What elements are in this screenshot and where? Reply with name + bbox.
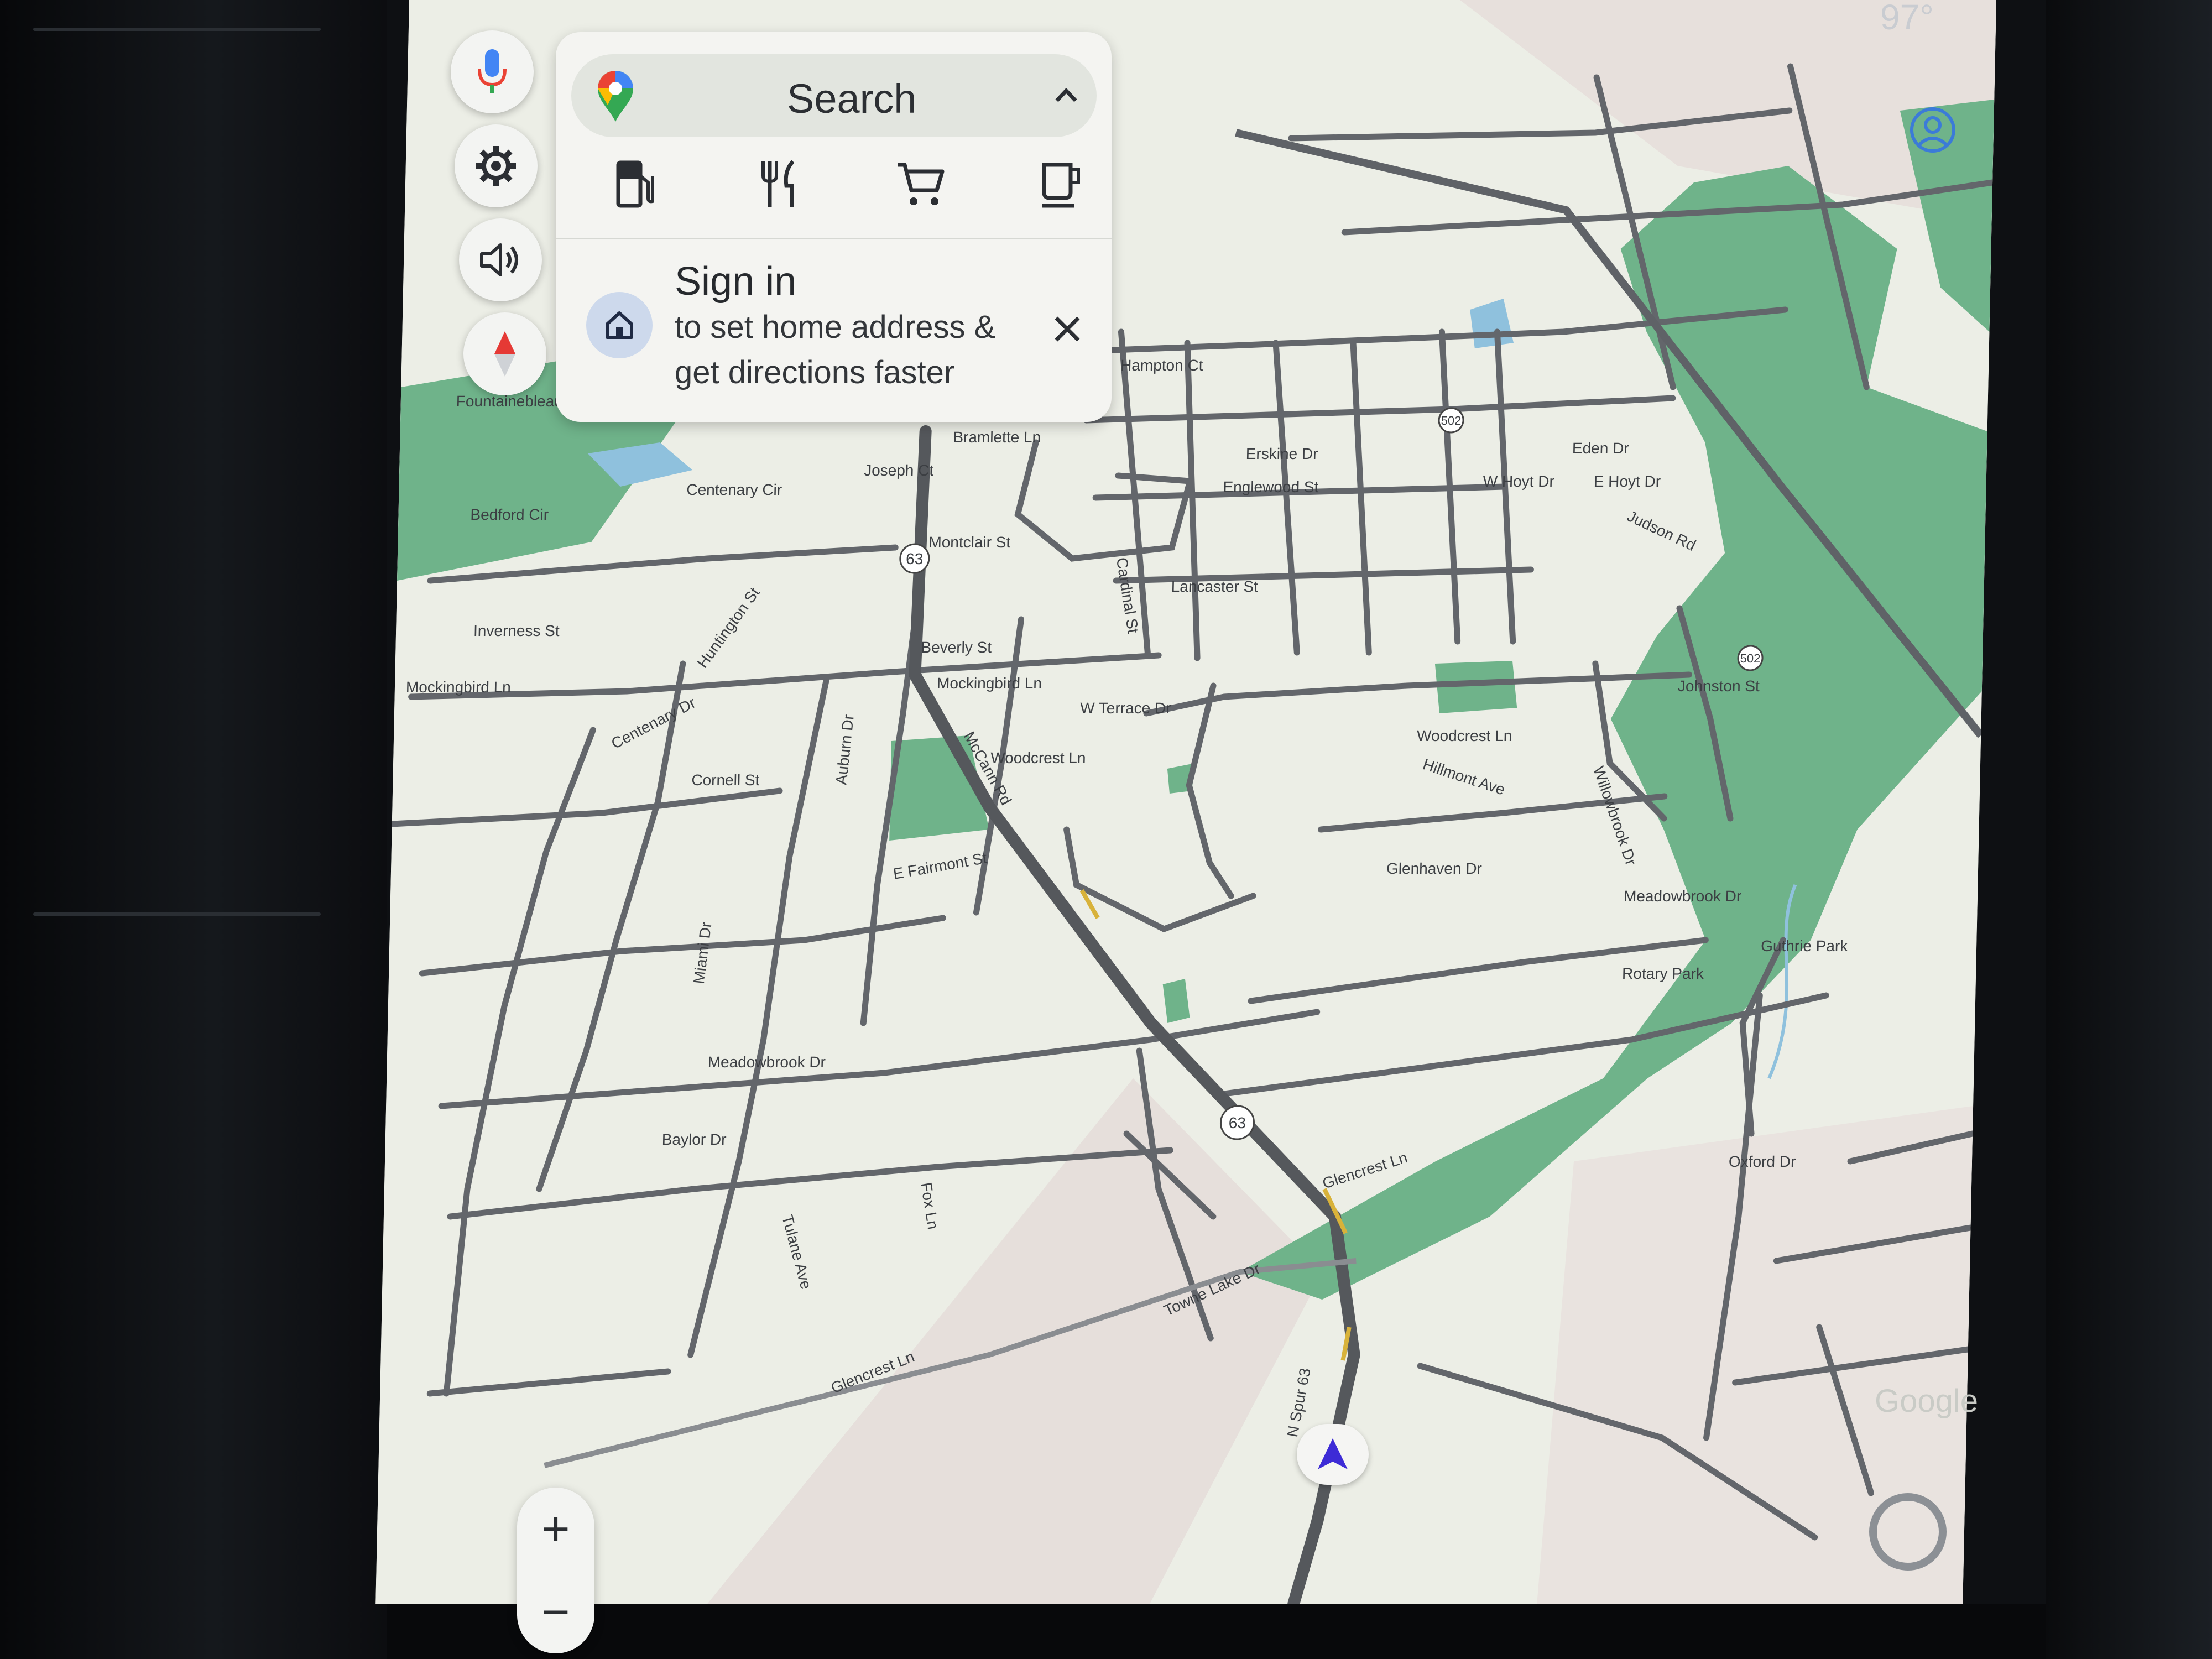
sign-in-description: get directions faster bbox=[675, 354, 955, 390]
route-shield: 63 bbox=[899, 543, 930, 574]
street-label: Meadowbrook Dr bbox=[707, 1053, 826, 1071]
street-label: Bramlette Ln bbox=[953, 429, 1041, 446]
street-label: Inverness St bbox=[473, 622, 560, 639]
compass-button[interactable] bbox=[463, 312, 546, 395]
gas-pump-icon bbox=[616, 160, 654, 208]
dismiss-sign-in-button[interactable] bbox=[1042, 304, 1092, 354]
street-label: Lancaster St bbox=[1171, 578, 1258, 595]
street-label: E Hoyt Dr bbox=[1593, 473, 1661, 490]
street-label: Glenhaven Dr bbox=[1386, 860, 1482, 877]
street-label: Centenary Cir bbox=[686, 481, 782, 498]
speaker-icon bbox=[480, 243, 518, 276]
shopping-category-button[interactable] bbox=[888, 151, 954, 217]
vent-slat bbox=[33, 912, 321, 916]
navigation-arrow-icon bbox=[1318, 1438, 1348, 1469]
street-label: Beverly St bbox=[921, 639, 992, 656]
route-shield: 63 bbox=[1219, 1105, 1255, 1140]
street-label: Erskine Dr bbox=[1245, 445, 1318, 462]
dashboard-bottom-trim bbox=[387, 1604, 2046, 1659]
svg-text:502: 502 bbox=[1441, 414, 1461, 427]
street-label: Montclair St bbox=[928, 534, 1011, 551]
vent-slat bbox=[33, 28, 321, 31]
street-label: Englewood St bbox=[1223, 478, 1319, 495]
sign-in-description: to set home address & bbox=[675, 309, 996, 345]
route-shield: 502 bbox=[1737, 645, 1764, 671]
dashboard-left-panel bbox=[0, 0, 387, 1659]
street-label: Woodcrest Ln bbox=[1417, 727, 1512, 744]
microphone-icon bbox=[478, 49, 507, 93]
panel-divider bbox=[556, 238, 1112, 239]
google-watermark: Google bbox=[1875, 1383, 1979, 1419]
google-maps-pin-icon bbox=[598, 71, 633, 122]
search-bar[interactable]: Search bbox=[571, 54, 1097, 137]
gear-icon bbox=[476, 146, 516, 186]
street-label: Joseph Ct bbox=[864, 462, 934, 479]
street-label: Baylor Dr bbox=[662, 1131, 727, 1148]
street-label: Mockingbird Ln bbox=[937, 675, 1042, 692]
coffee-category-button[interactable] bbox=[1029, 151, 1095, 217]
street-label: W Terrace Dr bbox=[1080, 700, 1171, 717]
street-label: Johnston St bbox=[1678, 677, 1760, 695]
sign-in-title[interactable]: Sign in bbox=[675, 259, 796, 304]
coffee-cup-icon bbox=[1042, 163, 1080, 208]
volume-button[interactable] bbox=[459, 218, 542, 301]
home-icon bbox=[586, 292, 653, 358]
close-icon bbox=[1055, 316, 1080, 342]
street-label: Eden Dr bbox=[1572, 440, 1629, 457]
current-location-marker bbox=[1297, 1424, 1369, 1485]
street-label: Woodcrest Ln bbox=[990, 749, 1086, 766]
compass-icon bbox=[494, 331, 515, 377]
zoom-in-button[interactable]: + bbox=[517, 1493, 594, 1565]
chevron-up-icon[interactable] bbox=[1052, 82, 1080, 109]
restaurants-category-button[interactable] bbox=[747, 151, 813, 217]
street-label: Mockingbird Ln bbox=[406, 679, 512, 696]
street-label: W Hoyt Dr bbox=[1483, 473, 1554, 490]
temperature-readout: 97° bbox=[1880, 0, 1934, 37]
search-panel: Search Sign in to set home address & get… bbox=[556, 32, 1112, 422]
street-label: Guthrie Park bbox=[1761, 937, 1849, 954]
svg-text:63: 63 bbox=[1229, 1114, 1246, 1131]
shopping-cart-icon bbox=[898, 163, 945, 205]
voice-assistant-button[interactable] bbox=[451, 30, 534, 113]
street-label: Fountainebleau bbox=[456, 393, 563, 410]
svg-text:63: 63 bbox=[906, 550, 924, 567]
zoom-out-button[interactable]: − bbox=[517, 1576, 594, 1648]
street-label: Cornell St bbox=[691, 771, 760, 789]
account-profile-icon[interactable] bbox=[1908, 105, 1958, 155]
street-label: Hampton Ct bbox=[1120, 357, 1203, 374]
dashboard-right-panel bbox=[2046, 0, 2212, 1659]
street-label: Meadowbrook Dr bbox=[1624, 888, 1742, 905]
settings-button[interactable] bbox=[455, 124, 538, 207]
search-label: Search bbox=[787, 76, 917, 122]
street-label: Rotary Park bbox=[1622, 965, 1704, 982]
gas-station-category-button[interactable] bbox=[603, 151, 669, 217]
route-shield: 502 bbox=[1438, 407, 1464, 434]
street-label: Bedford Cir bbox=[470, 506, 549, 523]
svg-text:502: 502 bbox=[1740, 651, 1760, 665]
hardware-home-button[interactable] bbox=[1869, 1493, 1947, 1571]
street-label: Oxford Dr bbox=[1729, 1153, 1796, 1170]
zoom-control: + − bbox=[517, 1488, 594, 1653]
fork-knife-icon bbox=[761, 160, 795, 207]
